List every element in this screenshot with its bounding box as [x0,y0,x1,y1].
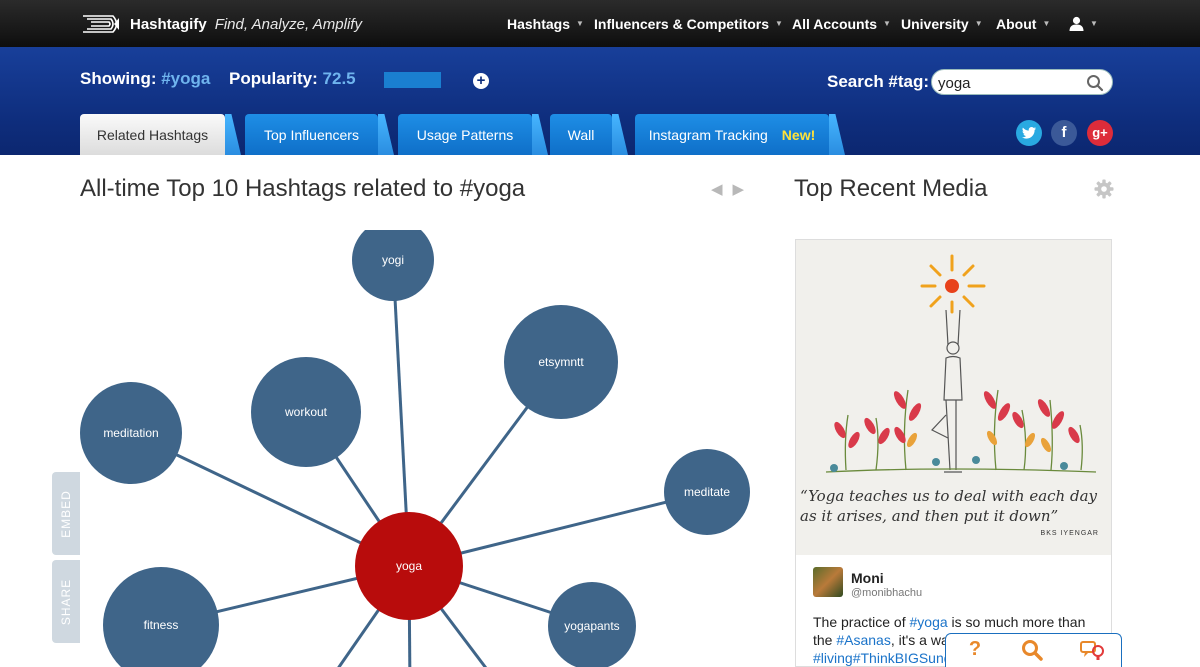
new-badge: New! [781,126,816,143]
brand-name: Hashtagify [130,15,207,33]
nav-university-label: University [901,15,969,32]
graph-node-meditate[interactable]: meditate [664,449,750,535]
tab-wall[interactable]: Wall [550,114,612,155]
showing-stat: Showing: #yoga [80,69,210,89]
add-hashtag-button[interactable]: + [473,73,489,89]
nav-about-label: About [996,15,1037,32]
page-title: All-time Top 10 Hashtags related to #yog… [80,175,526,202]
tab-usage-patterns[interactable]: Usage Patterns [398,114,532,155]
brand-tagline: Find, Analyze, Amplify [214,15,362,33]
node-label: yogi [382,253,404,267]
nav-university[interactable]: University ▼ [901,0,983,47]
question-icon[interactable]: ? [963,638,987,662]
twitter-icon[interactable] [1016,120,1042,146]
popularity-value: 72.5 [322,69,356,88]
graph-node-yogapants[interactable]: yogapants [548,582,636,667]
share-tab-label: SHARE [59,578,73,625]
node-label: meditate [684,485,730,499]
graph-node-workout[interactable]: workout [251,357,361,467]
hashtag-graph: yogi etsymntt workout meditation meditat… [80,230,750,667]
top-bar: Hashtagify Find, Analyze, Amplify Hashta… [0,0,1200,47]
graph-nav: ◀▶ [711,180,754,198]
node-label: yoga [396,559,422,573]
caret-down-icon: ▼ [883,19,891,28]
share-tab[interactable]: SHARE [52,560,80,643]
node-label: fitness [144,618,179,632]
caption-hashtag-link[interactable]: #Asanas [836,632,890,648]
media-title: Top Recent Media [794,175,988,202]
tab-label: Wall [567,126,595,143]
embed-tab[interactable]: EMBED [52,472,80,555]
node-label: etsymntt [538,355,584,369]
facebook-icon[interactable]: f [1051,120,1077,146]
tab-instagram-tracking[interactable]: Instagram Tracking New! [635,114,829,155]
popularity-stat: Popularity: 72.5 [229,69,356,89]
caption-hashtag-link[interactable]: #ThinkBIGSund [853,650,952,666]
search-label: Search #tag: [827,72,930,91]
tab-label: Usage Patterns [416,126,514,143]
graph-node-meditation[interactable]: meditation [80,382,182,484]
search-box[interactable] [931,69,1113,95]
chat-icon[interactable] [1080,638,1104,662]
popularity-bar [384,72,441,88]
showing-value[interactable]: #yoga [161,69,210,88]
node-label: workout [284,405,328,419]
search-input[interactable] [938,73,1078,93]
nav-influencers-label: Influencers & Competitors [594,15,770,32]
graph-node-etsymntt[interactable]: etsymntt [504,305,618,419]
gear-icon[interactable] [1094,179,1114,199]
caret-down-icon: ▼ [576,19,584,28]
prev-arrow-icon[interactable]: ◀ [711,181,733,198]
graph-node-fitness[interactable]: fitness [103,567,219,667]
media-card[interactable]: “Yoga teaches us to deal with each day a… [795,239,1112,667]
nav-hashtags-label: Hashtags [507,15,571,32]
tab-label: Top Influencers [264,126,359,143]
tab-top-influencers[interactable]: Top Influencers [245,114,378,155]
node-label: yogapants [564,619,619,633]
caption-hashtag-link[interactable]: #yoga [910,614,948,630]
caret-down-icon: ▼ [974,19,983,28]
node-label: meditation [103,426,158,440]
hashtagify-logo-icon [83,15,119,33]
search-icon[interactable] [1086,74,1104,92]
nav-influencers[interactable]: Influencers & Competitors ▼ [594,0,783,47]
showing-label: Showing: [80,69,157,88]
caption-text: The practice of [813,614,910,630]
caption-hashtag-link[interactable]: #living [813,650,853,666]
nav-about[interactable]: About ▼ [996,0,1050,47]
caret-down-icon: ▼ [1090,19,1098,28]
help-toolbar: ? [945,633,1122,667]
nav-hashtags[interactable]: Hashtags ▼ [507,0,584,47]
caret-down-icon: ▼ [1042,19,1051,28]
tab-label: Instagram Tracking [648,126,768,143]
media-user-handle[interactable]: @monibhachu [851,587,922,599]
google-plus-icon[interactable]: g+ [1087,120,1113,146]
next-arrow-icon[interactable]: ▶ [733,181,755,198]
graph-node-center-yoga[interactable]: yoga [355,512,463,620]
user-menu[interactable]: ▼ [1069,0,1098,47]
nav-all-accounts-label: All Accounts [792,15,878,32]
nav-all-accounts[interactable]: All Accounts ▼ [792,0,891,47]
embed-tab-label: EMBED [59,489,73,538]
popularity-label: Popularity: [229,69,318,88]
media-user-name[interactable]: Moni [851,570,884,586]
media-quote: “Yoga teaches us to deal with each day a… [800,487,1097,525]
search-icon[interactable] [1020,638,1044,662]
user-icon [1069,16,1084,31]
tab-related-hashtags[interactable]: Related Hashtags [80,114,225,155]
avatar[interactable] [813,567,843,597]
tab-label: Related Hashtags [96,126,209,143]
caret-down-icon: ▼ [775,19,783,28]
graph-node-yogi[interactable]: yogi [352,230,434,301]
quote-author: BKS IYENGAR [1040,530,1099,537]
logo[interactable]: Hashtagify Find, Analyze, Amplify [80,10,362,38]
